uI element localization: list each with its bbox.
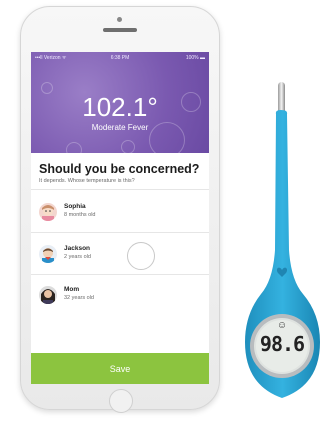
question-subtitle: It depends. Whose temperature is this? <box>39 178 135 184</box>
speaker-grille <box>103 28 137 32</box>
battery-text: 100% ▬ <box>185 55 205 61</box>
person-row-jackson[interactable]: Jackson 2 years old <box>31 238 209 274</box>
decorative-bubble <box>121 140 135 154</box>
person-age: 8 months old <box>64 212 96 218</box>
avatar <box>39 286 57 304</box>
person-name: Jackson <box>64 245 91 252</box>
phone-mockup: •••ll Verizon ᯤ 6:38 PM 100% ▬ 102.1° Mo… <box>20 6 220 413</box>
person-row-sophia[interactable]: Sophia 8 months old <box>31 196 209 232</box>
divider <box>31 274 209 275</box>
clock-text: 6:38 PM <box>110 55 130 61</box>
avatar <box>39 245 57 263</box>
temperature-reading: 102.1° <box>82 92 158 122</box>
select-radio[interactable] <box>127 242 155 270</box>
fever-status-label: Moderate Fever <box>91 123 149 132</box>
divider <box>31 232 209 233</box>
app-screen: •••ll Verizon ᯤ 6:38 PM 100% ▬ 102.1° Mo… <box>31 52 209 384</box>
person-row-mom[interactable]: Mom 32 years old <box>31 279 209 315</box>
person-name: Sophia <box>64 203 86 210</box>
device-temperature-display: 98.6 <box>259 332 305 356</box>
question-title: Should you be concerned? <box>39 162 200 176</box>
face-icon: ☺ <box>276 320 288 331</box>
person-age: 2 years old <box>64 254 91 260</box>
save-button[interactable]: Save <box>31 353 209 384</box>
person-name: Mom <box>64 286 80 293</box>
thermometer-device: ☺ 98.6 <box>225 80 324 415</box>
person-age: 32 years old <box>64 295 94 301</box>
reading-header: •••ll Verizon ᯤ 6:38 PM 100% ▬ 102.1° Mo… <box>31 52 209 158</box>
front-camera <box>117 17 122 22</box>
status-bar: •••ll Verizon ᯤ 6:38 PM 100% ▬ <box>35 55 205 63</box>
decorative-bubble <box>66 142 82 158</box>
avatar <box>39 203 57 221</box>
home-button[interactable] <box>109 389 133 413</box>
divider <box>31 189 209 190</box>
